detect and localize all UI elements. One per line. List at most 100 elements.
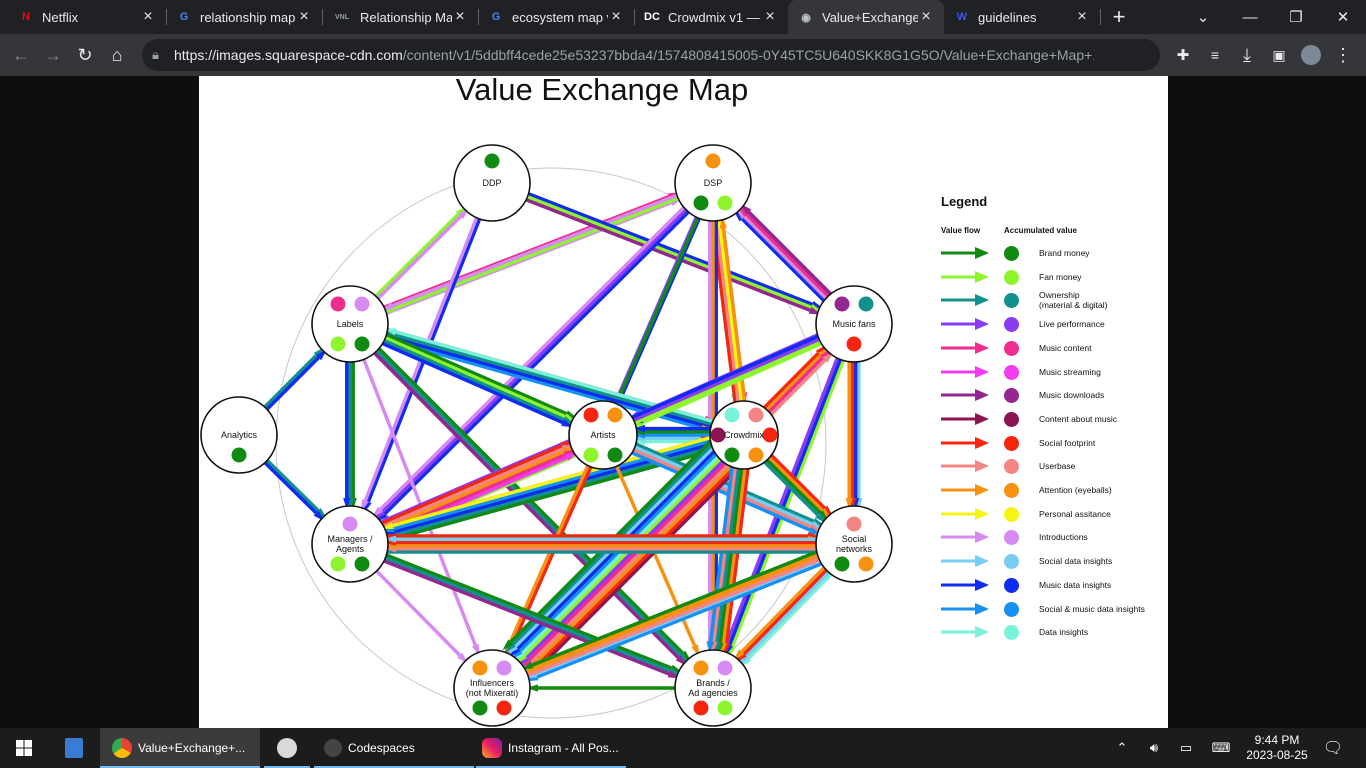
legend-label: Fan money [1039,271,1082,282]
tab-close-icon[interactable]: × [762,8,778,26]
clock-time: 9:44 PM [1254,733,1300,747]
value-exchange-diagram: DDP DSP Labels Music fans Analytics Artists Cr… [200,144,893,727]
download-icon[interactable]: ⤓ [1232,40,1262,70]
tab-close-icon[interactable]: × [140,8,156,26]
taskbar-codespaces-label: Codespaces [348,741,415,755]
reload-icon[interactable]: ↻ [70,40,100,70]
tab-close-icon[interactable]: × [1074,8,1090,26]
tray-chevron-icon[interactable]: ⌃ [1110,728,1134,768]
legend-dot [1004,601,1019,617]
accumulated-value-dot [858,556,874,572]
profile-avatar[interactable] [1296,40,1326,70]
legend-dot [1004,317,1019,333]
legend-label: Data insights [1039,627,1089,638]
home-icon[interactable]: ⌂ [102,40,132,70]
flow-crowdmix-to-influencers [536,467,740,671]
new-tab-button[interactable]: + [1096,0,1142,34]
tab-1[interactable]: N Netflix × [8,0,166,34]
taskbar-instagram[interactable]: Instagram - All Pos... [476,728,626,768]
node-label: Social [842,534,867,544]
tab-close-icon[interactable]: × [608,8,624,26]
taskbar-codespaces[interactable]: Codespaces [314,728,474,768]
accumulated-value-dot [496,660,512,676]
accumulated-value-dot [583,447,599,463]
legend-dot [1004,577,1019,593]
legend-arrow [941,531,989,544]
tab-7[interactable]: Wguidelines × [944,0,1100,34]
accumulated-value-dot [724,447,740,463]
tab-title: Relationship Map [360,9,452,25]
start-button[interactable] [0,728,48,768]
legend-title: Legend [941,194,988,209]
minimize-icon[interactable]: — [1227,0,1273,34]
notifications-icon[interactable]: 🗨︎ [1318,728,1348,768]
google-icon: G [491,11,501,23]
tab-2[interactable]: Grelationship map × [166,0,322,34]
menu-icon[interactable]: ⋮ [1328,40,1358,70]
node-managers: Managers /Agents [311,505,389,583]
flow-analytics-to-managers [259,457,318,515]
legend-col-flow: Value flow [941,226,981,235]
node-ddp: DDP [453,144,531,222]
tab-3[interactable]: VNL Relationship Map × [322,0,478,34]
legend-row: Personal assitance [941,505,1161,525]
legend-row: Social & music data insights [941,600,1161,620]
tab-close-icon[interactable]: × [296,8,312,26]
forward-icon[interactable]: → [38,40,68,70]
node-crowdmix: Crowdmix [709,400,779,470]
legend-label: Userbase [1039,461,1076,472]
legend-label: Live performance [1039,319,1105,330]
tab-close-icon[interactable]: × [452,8,468,26]
codespaces-icon [324,739,342,757]
taskbar-calculator[interactable] [52,728,96,768]
taskbar-app[interactable] [264,728,310,768]
legend-row: Live performance [941,315,1161,335]
url-text[interactable]: https://images.squarespace-cdn.com/conte… [174,47,1094,63]
legend-arrow [941,507,989,520]
tab-6[interactable]: ◉ Value+Exchange × [788,0,944,34]
legend-row: Attention (eyeballs) [941,481,1161,501]
lock-icon[interactable]: 🔒︎ [152,47,159,63]
node-social: Socialnetworks [815,505,893,583]
legend-label: Music downloads [1039,390,1105,401]
accumulated-value-dot [330,296,346,312]
tab-4[interactable]: Gecosystem map v × [478,0,634,34]
legend-row: Music data insights [941,576,1161,596]
legend-arrow [941,602,989,615]
legend-label: Ownership (material & digital) [1039,290,1108,311]
legend-row: Social footprint [941,434,1161,454]
node-label: Labels [337,319,364,329]
tab-title: ecosystem map v [512,9,608,25]
close-window-icon[interactable]: ✕ [1320,0,1366,34]
legend-row: Userbase [941,457,1161,477]
keyboard-icon[interactable]: ⌨︎ [1206,728,1236,768]
volume-icon[interactable]: 🔊︎ [1142,728,1166,768]
legend-arrow [941,247,989,259]
flow-crowdmix-to-social [766,450,826,510]
media-icon[interactable]: ≡ [1200,40,1230,70]
legend-arrow [941,318,989,331]
back-icon[interactable]: ← [6,40,36,70]
extensions-icon[interactable]: ✚ [1168,40,1198,70]
restore-icon[interactable]: ❐ [1273,0,1319,34]
legend-arrow [941,484,989,496]
legend-row: Music content [941,339,1161,359]
tab-5[interactable]: DC Crowdmix v1 — C× [634,0,788,34]
tab-search-icon[interactable]: ⌄ [1180,0,1226,34]
legend-label: Personal assitance [1039,508,1111,519]
legend-dot [1004,554,1019,570]
battery-icon[interactable]: ▭ [1174,728,1198,768]
legend-arrow [941,341,989,354]
legend-dot [1004,293,1019,309]
taskbar-chrome[interactable]: Value+Exchange+... [100,728,260,768]
clock[interactable]: 9:44 PM 2023-08-25 [1244,728,1310,768]
legend-dot [1004,246,1019,261]
accumulated-value-dot [496,700,512,716]
legend-dot [1004,364,1019,380]
tab-close-icon[interactable]: × [918,8,934,26]
legend-arrow [941,555,989,568]
accumulated-value-dot [330,336,346,352]
windows-icon [16,740,32,756]
accumulated-value-dot [484,153,500,169]
side-panel-icon[interactable]: ▣ [1264,40,1294,70]
